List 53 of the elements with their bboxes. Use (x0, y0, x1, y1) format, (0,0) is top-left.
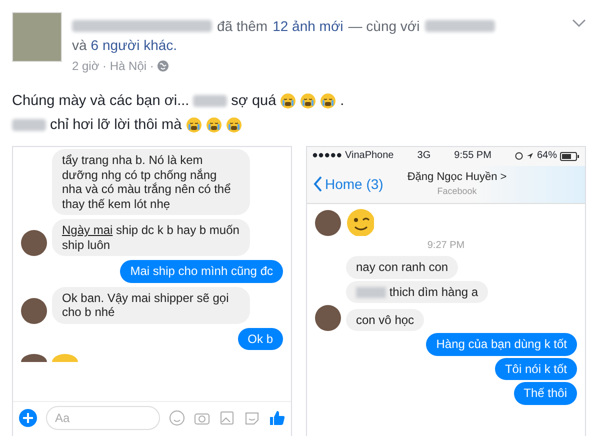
message-bubble: Hàng của bạn dùng k tốt (426, 333, 577, 356)
profile-photo (12, 12, 62, 62)
sticker-icon[interactable] (244, 410, 260, 426)
crying-emoji-icon (186, 117, 202, 133)
crying-emoji-icon (320, 93, 336, 109)
message-bubble: Ngày mai ship dc k b hay b muốn ship luôn (52, 219, 250, 256)
smiley-icon[interactable] (169, 410, 185, 426)
redacted-text (12, 119, 46, 131)
globe-icon (156, 60, 169, 72)
contact-name[interactable]: Đặng Ngọc Huyền > (407, 170, 507, 184)
chevron-down-icon[interactable] (572, 18, 586, 28)
message-bubble: con vô học (346, 308, 424, 331)
image-icon[interactable] (219, 410, 235, 426)
message-bubble: tẩy trang nha b. Nó là kem dưỡng nhg có tp chống nắng nha và có màu trắng nên có thể thay thế kem lót nhẹ (52, 149, 250, 215)
post-action-text: đã thêm (217, 18, 268, 34)
message-bubble: Thế thôi (514, 382, 577, 404)
winking-emoji-icon (346, 208, 374, 236)
message-bubble: Tôi nói k tốt (494, 358, 577, 380)
battery-icon (560, 152, 580, 161)
emoji-icon (52, 354, 78, 362)
redacted-text (193, 95, 228, 107)
thumbs-up-icon[interactable] (269, 410, 285, 426)
crying-emoji-icon (206, 117, 222, 133)
post-text: sợ quá (231, 92, 276, 111)
message-bubble: Mai ship cho mình cũng đc (120, 260, 283, 282)
post-text: . (340, 92, 344, 111)
location-arrow-icon (526, 152, 534, 160)
post-meta: 2 giờ · Hà Nội · (72, 59, 154, 73)
crying-emoji-icon (300, 93, 316, 109)
time-label: 9:55 PM (454, 149, 492, 163)
crying-emoji-icon (280, 93, 296, 109)
photos-link[interactable]: 12 ảnh mới (272, 18, 344, 34)
plus-icon[interactable] (19, 408, 37, 427)
message-bubble: Ok b (238, 328, 283, 350)
contact-subtitle: Facebook (436, 185, 478, 198)
tagged-text: — cùng với (348, 18, 420, 34)
battery-percent: 64% (536, 149, 557, 163)
others-link[interactable]: 6 người khác. (90, 37, 178, 53)
alarm-icon (514, 152, 523, 160)
redacted-text (424, 20, 495, 32)
message-bubble: Ok ban. Vậy mai shipper sẽ gọi cho b nhé (52, 286, 250, 324)
back-label: Home (3) (325, 176, 384, 192)
post-text: Chúng mày và các bạn ơi... (12, 92, 190, 111)
tagged-text: và (72, 37, 87, 53)
message-time: 9:27 PM (427, 238, 465, 252)
message-bubble: thich dìm hàng a (346, 280, 488, 303)
message-bubble: nay con ranh con (346, 256, 458, 278)
network-label: 3G (417, 149, 431, 163)
crying-emoji-icon (226, 117, 242, 133)
carrier-label: ●●●●● VinaPhone (312, 149, 394, 163)
chevron-left-icon (313, 176, 322, 192)
back-button[interactable]: Home (3) (313, 176, 384, 192)
post-text: chỉ hơi lỡ lời thôi mà (50, 116, 182, 135)
